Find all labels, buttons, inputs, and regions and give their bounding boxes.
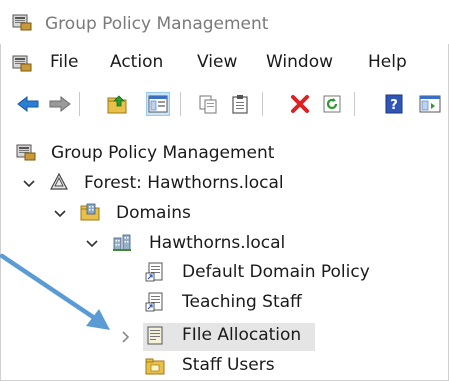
annotation-arrow bbox=[0, 253, 110, 330]
